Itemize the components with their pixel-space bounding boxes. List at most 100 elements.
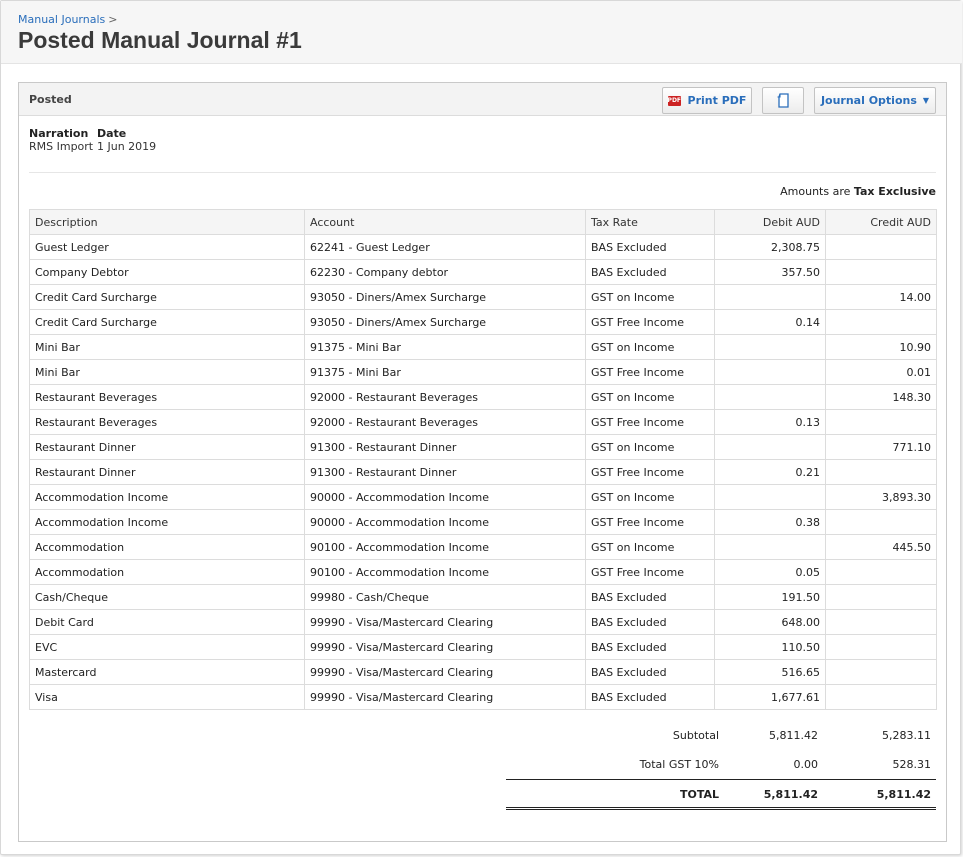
gst-credit: 528.31 (892, 758, 932, 771)
cell-tax-rate: GST Free Income (585, 559, 715, 585)
subtotal-label: Subtotal (672, 729, 719, 742)
cell-debit (714, 484, 826, 510)
breadcrumb-separator: > (108, 13, 118, 26)
cell-description: Accommodation Income (29, 484, 305, 510)
cell-description: Mini Bar (29, 359, 305, 385)
table-row[interactable]: Accommodation Income 90000 - Accommodatio… (29, 484, 937, 510)
table-row[interactable]: Accommodation 90100 - Accommodation Incom… (29, 559, 937, 585)
table-row[interactable]: Debit Card 99990 - Visa/Mastercard Cleari… (29, 609, 937, 635)
cell-debit: 0.21 (714, 459, 826, 485)
cell-tax-rate: GST on Income (585, 334, 715, 360)
cell-account: 90000 - Accommodation Income (304, 484, 586, 510)
cell-tax-rate: GST on Income (585, 284, 715, 310)
table-header-row: Description Account Tax Rate Debit AUD C… (29, 209, 937, 235)
cell-account: 90000 - Accommodation Income (304, 509, 586, 535)
table-row[interactable]: Restaurant Dinner 91300 - Restaurant Dinn… (29, 434, 937, 460)
cell-description: Visa (29, 684, 305, 710)
amounts-note: Amounts are Tax Exclusive (780, 185, 936, 198)
cell-tax-rate: BAS Excluded (585, 584, 715, 610)
cell-account: 91375 - Mini Bar (304, 359, 586, 385)
cell-debit (714, 434, 826, 460)
cell-account: 91300 - Restaurant Dinner (304, 434, 586, 460)
cell-tax-rate: BAS Excluded (585, 634, 715, 660)
cell-debit: 0.13 (714, 409, 826, 435)
cell-description: Credit Card Surcharge (29, 309, 305, 335)
cell-debit: 2,308.75 (714, 234, 826, 260)
table-row[interactable]: Credit Card Surcharge 93050 - Diners/Amex… (29, 284, 937, 310)
cell-tax-rate: BAS Excluded (585, 684, 715, 710)
cell-tax-rate: GST Free Income (585, 309, 715, 335)
column-header-debit: Debit AUD (714, 209, 826, 235)
journal-options-label: Journal Options (820, 94, 917, 107)
gst-row: Total GST 10% 0.00 528.31 (506, 750, 936, 779)
cell-description: Debit Card (29, 609, 305, 635)
narration-label: Narration (29, 127, 89, 140)
cell-account: 62230 - Company debtor (304, 259, 586, 285)
cell-tax-rate: GST on Income (585, 484, 715, 510)
cell-description: Mastercard (29, 659, 305, 685)
table-row[interactable]: Cash/Cheque 99980 - Cash/Cheque BAS Exclud… (29, 584, 937, 610)
cell-credit: 771.10 (825, 434, 937, 460)
table-row[interactable]: Mastercard 99990 - Visa/Mastercard Cleari… (29, 659, 937, 685)
cell-description: Restaurant Dinner (29, 434, 305, 460)
column-header-description: Description (29, 209, 305, 235)
breadcrumb: Manual Journals > (18, 13, 117, 26)
copy-button[interactable] (762, 87, 804, 114)
date-label: Date (97, 127, 127, 140)
cell-account: 92000 - Restaurant Beverages (304, 384, 586, 410)
pdf-icon: PDF (667, 95, 682, 106)
table-row[interactable]: Restaurant Beverages 92000 - Restaurant B… (29, 409, 937, 435)
table-row[interactable]: Guest Ledger 62241 - Guest Ledger BAS Excl… (29, 234, 937, 260)
table-row[interactable]: Accommodation Income 90000 - Accommodatio… (29, 509, 937, 535)
totals-block: Subtotal 5,811.42 5,283.11 Total GST 10%… (506, 721, 936, 810)
table-row[interactable]: Accommodation 90100 - Accommodation Incom… (29, 534, 937, 560)
cell-credit (825, 259, 937, 285)
cell-debit: 191.50 (714, 584, 826, 610)
cell-account: 99990 - Visa/Mastercard Clearing (304, 684, 586, 710)
journal-panel: Posted PDF Print PDF Journal Options ▼ N… (18, 82, 947, 842)
narration-value: RMS Import (29, 140, 94, 153)
cell-description: Restaurant Dinner (29, 459, 305, 485)
cell-description: Cash/Cheque (29, 584, 305, 610)
cell-account: 90100 - Accommodation Income (304, 534, 586, 560)
column-header-credit: Credit AUD (825, 209, 937, 235)
cell-credit (825, 409, 937, 435)
cell-debit (714, 359, 826, 385)
gst-debit: 0.00 (793, 758, 819, 771)
cell-debit: 110.50 (714, 634, 826, 660)
print-pdf-label: Print PDF (687, 94, 747, 107)
table-row[interactable]: Company Debtor 62230 - Company debtor BAS … (29, 259, 937, 285)
cell-credit (825, 659, 937, 685)
cell-tax-rate: BAS Excluded (585, 609, 715, 635)
cell-tax-rate: GST Free Income (585, 459, 715, 485)
cell-account: 99990 - Visa/Mastercard Clearing (304, 659, 586, 685)
cell-credit: 10.90 (825, 334, 937, 360)
print-pdf-button[interactable]: PDF Print PDF (662, 87, 752, 114)
page-header: Manual Journals > Posted Manual Journal #… (1, 1, 962, 64)
cell-credit (825, 309, 937, 335)
total-credit: 5,811.42 (876, 788, 931, 801)
cell-debit (714, 534, 826, 560)
breadcrumb-manual-journals-link[interactable]: Manual Journals (18, 13, 105, 26)
journal-options-dropdown[interactable]: Journal Options ▼ (814, 87, 936, 114)
cell-credit: 445.50 (825, 534, 937, 560)
cell-account: 92000 - Restaurant Beverages (304, 409, 586, 435)
cell-credit (825, 559, 937, 585)
table-row[interactable]: EVC 99990 - Visa/Mastercard Clearing BAS E… (29, 634, 937, 660)
cell-account: 91300 - Restaurant Dinner (304, 459, 586, 485)
cell-tax-rate: BAS Excluded (585, 259, 715, 285)
cell-credit (825, 634, 937, 660)
cell-tax-rate: GST on Income (585, 534, 715, 560)
table-row[interactable]: Visa 99990 - Visa/Mastercard Clearing BAS … (29, 684, 937, 710)
table-row[interactable]: Restaurant Dinner 91300 - Restaurant Dinn… (29, 459, 937, 485)
cell-debit: 0.14 (714, 309, 826, 335)
total-label: TOTAL (679, 788, 719, 801)
journal-meta: Narration Date RMS Import 1 Jun 2019 (29, 127, 177, 153)
cell-debit (714, 334, 826, 360)
table-row[interactable]: Mini Bar 91375 - Mini Bar GST Free Income 0… (29, 359, 937, 385)
cell-credit: 3,893.30 (825, 484, 937, 510)
table-row[interactable]: Restaurant Beverages 92000 - Restaurant B… (29, 384, 937, 410)
table-row[interactable]: Credit Card Surcharge 93050 - Diners/Amex… (29, 309, 937, 335)
table-row[interactable]: Mini Bar 91375 - Mini Bar GST on Income 10.… (29, 334, 937, 360)
total-debit: 5,811.42 (763, 788, 818, 801)
